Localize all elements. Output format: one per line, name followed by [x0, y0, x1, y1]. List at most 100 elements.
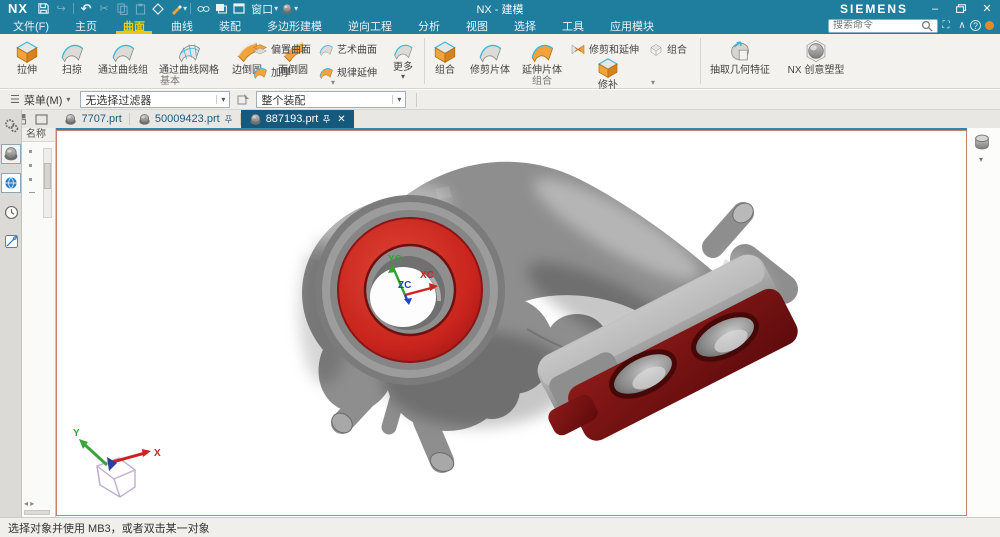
curve-mesh-button[interactable]: 通过曲线网格 — [154, 37, 224, 76]
combine-button[interactable]: 组合 — [426, 37, 464, 76]
thicken-button[interactable]: 加厚 — [252, 63, 318, 80]
ribbon-group-feature: 抽取几何特征 NX 创意塑型 — [702, 34, 902, 88]
extract-geometry-icon — [727, 38, 753, 64]
pin-icon[interactable] — [224, 114, 233, 124]
tab-reverse-engineering[interactable]: 逆向工程 — [335, 17, 405, 34]
ribbon-tab-row: 文件(F) 主页 曲面 曲线 装配 多边形建模 逆向工程 分析 视图 选择 工具… — [0, 17, 1000, 34]
scroll-right-icon[interactable]: ▸ — [30, 499, 34, 508]
group-dropdown-icon[interactable]: ▾ — [651, 78, 655, 87]
resource-bar — [0, 110, 22, 517]
sweep-button[interactable]: 扫掠 — [52, 37, 92, 76]
window-menu-dropdown-icon[interactable]: ▾ — [274, 4, 278, 13]
roles-icon[interactable] — [1, 231, 21, 251]
view-triad[interactable]: Y X — [73, 428, 161, 497]
doc-tab-50009423[interactable]: 50009423.prt — [130, 110, 241, 128]
status-message: 选择对象并使用 MB3，或者双击某一对象 — [8, 520, 210, 536]
nx-realize-shape-button[interactable]: NX 创意塑型 — [778, 37, 854, 76]
snapshot-icon[interactable] — [150, 1, 166, 16]
combine-small-icon — [648, 41, 664, 57]
touch-mode-icon[interactable] — [195, 1, 211, 16]
extend-sheet-button[interactable]: 延伸片体 — [516, 37, 568, 76]
navigator-hscrollbar[interactable] — [24, 510, 50, 515]
studio-surface-icon — [318, 41, 334, 57]
minimize-ribbon-icon[interactable]: ∧ — [954, 20, 970, 31]
window-layout-icon[interactable] — [35, 114, 48, 125]
tab-close-icon[interactable]: ✕ — [337, 114, 345, 125]
offset-surface-button[interactable]: 偏置曲面 — [252, 40, 318, 57]
pin-icon[interactable] — [322, 114, 331, 124]
tab-curve[interactable]: 曲线 — [158, 17, 206, 34]
tab-view[interactable]: 视图 — [453, 17, 501, 34]
selection-scope-combo[interactable]: 整个装配 ▾ — [256, 91, 406, 108]
part-options-icon[interactable] — [279, 1, 295, 16]
window-new-icon[interactable] — [231, 1, 247, 16]
undo-icon[interactable]: ↶ — [78, 1, 94, 16]
tab-assembly[interactable]: 装配 — [206, 17, 254, 34]
navigator-scrollbar[interactable] — [43, 148, 52, 218]
close-button[interactable]: ✕ — [974, 1, 1000, 16]
combo-dropdown-icon: ▾ — [216, 95, 229, 104]
law-extension-button[interactable]: 规律延伸 — [318, 63, 384, 80]
navigator-scrollbar-thumb[interactable] — [44, 163, 51, 189]
window-menu-button[interactable]: 窗口 — [249, 1, 275, 16]
cut-icon[interactable]: ✂ — [96, 1, 112, 16]
save-icon[interactable] — [35, 1, 51, 16]
search-icon[interactable] — [921, 20, 933, 32]
navigator-name-header[interactable]: 名称 — [22, 128, 55, 142]
selection-filter-combo[interactable]: 无选择过滤器 ▾ — [80, 91, 230, 108]
part-options-dropdown-icon[interactable]: ▾ — [294, 4, 298, 13]
hamburger-icon: ☰ — [10, 93, 20, 106]
ribbon-col-studio: 艺术曲面 规律延伸 — [318, 37, 384, 80]
studio-surface-button[interactable]: 艺术曲面 — [318, 40, 384, 57]
tab-polygon-modeling[interactable]: 多边形建模 — [254, 17, 335, 34]
through-curves-button[interactable]: 通过曲线组 — [92, 37, 154, 76]
reuse-library-icon[interactable] — [1, 173, 21, 193]
search-input[interactable] — [829, 20, 921, 31]
title-bar: NX ↪ ↶ ✂ ▾ 窗口 ▾ ▾ NX - 建模 SIEMENS – — [0, 0, 1000, 17]
combine-small-button[interactable]: 组合 — [648, 40, 687, 57]
tab-analysis[interactable]: 分析 — [405, 17, 453, 34]
window-cascade-icon[interactable] — [213, 1, 229, 16]
restore-button[interactable] — [948, 1, 974, 16]
extrude-button[interactable]: 拉伸 — [2, 37, 52, 76]
more-button[interactable]: 更多 ▾ — [386, 38, 420, 79]
tab-application-modules[interactable]: 应用模块 — [597, 17, 667, 34]
view-part-icon[interactable] — [972, 132, 992, 152]
assembly-navigator-icon[interactable] — [1, 115, 21, 135]
fullscreen-icon[interactable]: ⛶ — [938, 20, 954, 31]
user-status-icon[interactable] — [985, 21, 994, 30]
menu-button-label: 菜单(M) — [24, 92, 63, 108]
graphics-viewport[interactable]: YC XC ZC Y X — [56, 130, 967, 516]
copy-icon[interactable] — [114, 1, 130, 16]
paste-icon[interactable] — [132, 1, 148, 16]
menu-button[interactable]: ☰ 菜单(M) ▾ — [4, 91, 76, 109]
toolbar-separator — [190, 3, 191, 14]
doc-tab-887193-active[interactable]: 887193.prt ✕ — [241, 110, 354, 128]
gutter-dropdown-icon[interactable]: ▾ — [979, 155, 1000, 164]
tab-home[interactable]: 主页 — [62, 17, 110, 34]
model-3d-view[interactable]: YC XC ZC Y X — [57, 131, 966, 515]
nx-realize-shape-icon — [803, 38, 829, 64]
tab-file[interactable]: 文件(F) — [0, 17, 62, 34]
doc-tab-7707[interactable]: 7707.prt — [56, 110, 129, 128]
redo-icon[interactable]: ↪ — [53, 1, 69, 16]
brush-icon[interactable] — [168, 1, 184, 16]
minimize-button[interactable]: – — [922, 1, 948, 16]
command-search-box[interactable] — [828, 19, 938, 33]
trim-sheet-button[interactable]: 修剪片体 — [464, 37, 516, 76]
scroll-left-icon[interactable]: ◂ — [24, 499, 28, 508]
curve-mesh-icon — [176, 38, 202, 64]
help-icon[interactable]: ? — [970, 20, 981, 31]
extract-geometry-button[interactable]: 抽取几何特征 — [702, 37, 778, 76]
part-navigator-icon[interactable] — [1, 144, 21, 164]
tree-node-dash — [29, 192, 35, 193]
triad-x-arrow[interactable] — [142, 449, 151, 457]
tab-tools[interactable]: 工具 — [549, 17, 597, 34]
selection-scope-icon[interactable] — [234, 92, 252, 108]
triad-x-label: X — [154, 448, 161, 459]
patch-button[interactable]: 修补 — [588, 54, 628, 91]
tab-surface[interactable]: 曲面 — [110, 17, 158, 34]
brush-dropdown-icon[interactable]: ▾ — [183, 4, 187, 13]
history-icon[interactable] — [1, 202, 21, 222]
tab-select[interactable]: 选择 — [501, 17, 549, 34]
